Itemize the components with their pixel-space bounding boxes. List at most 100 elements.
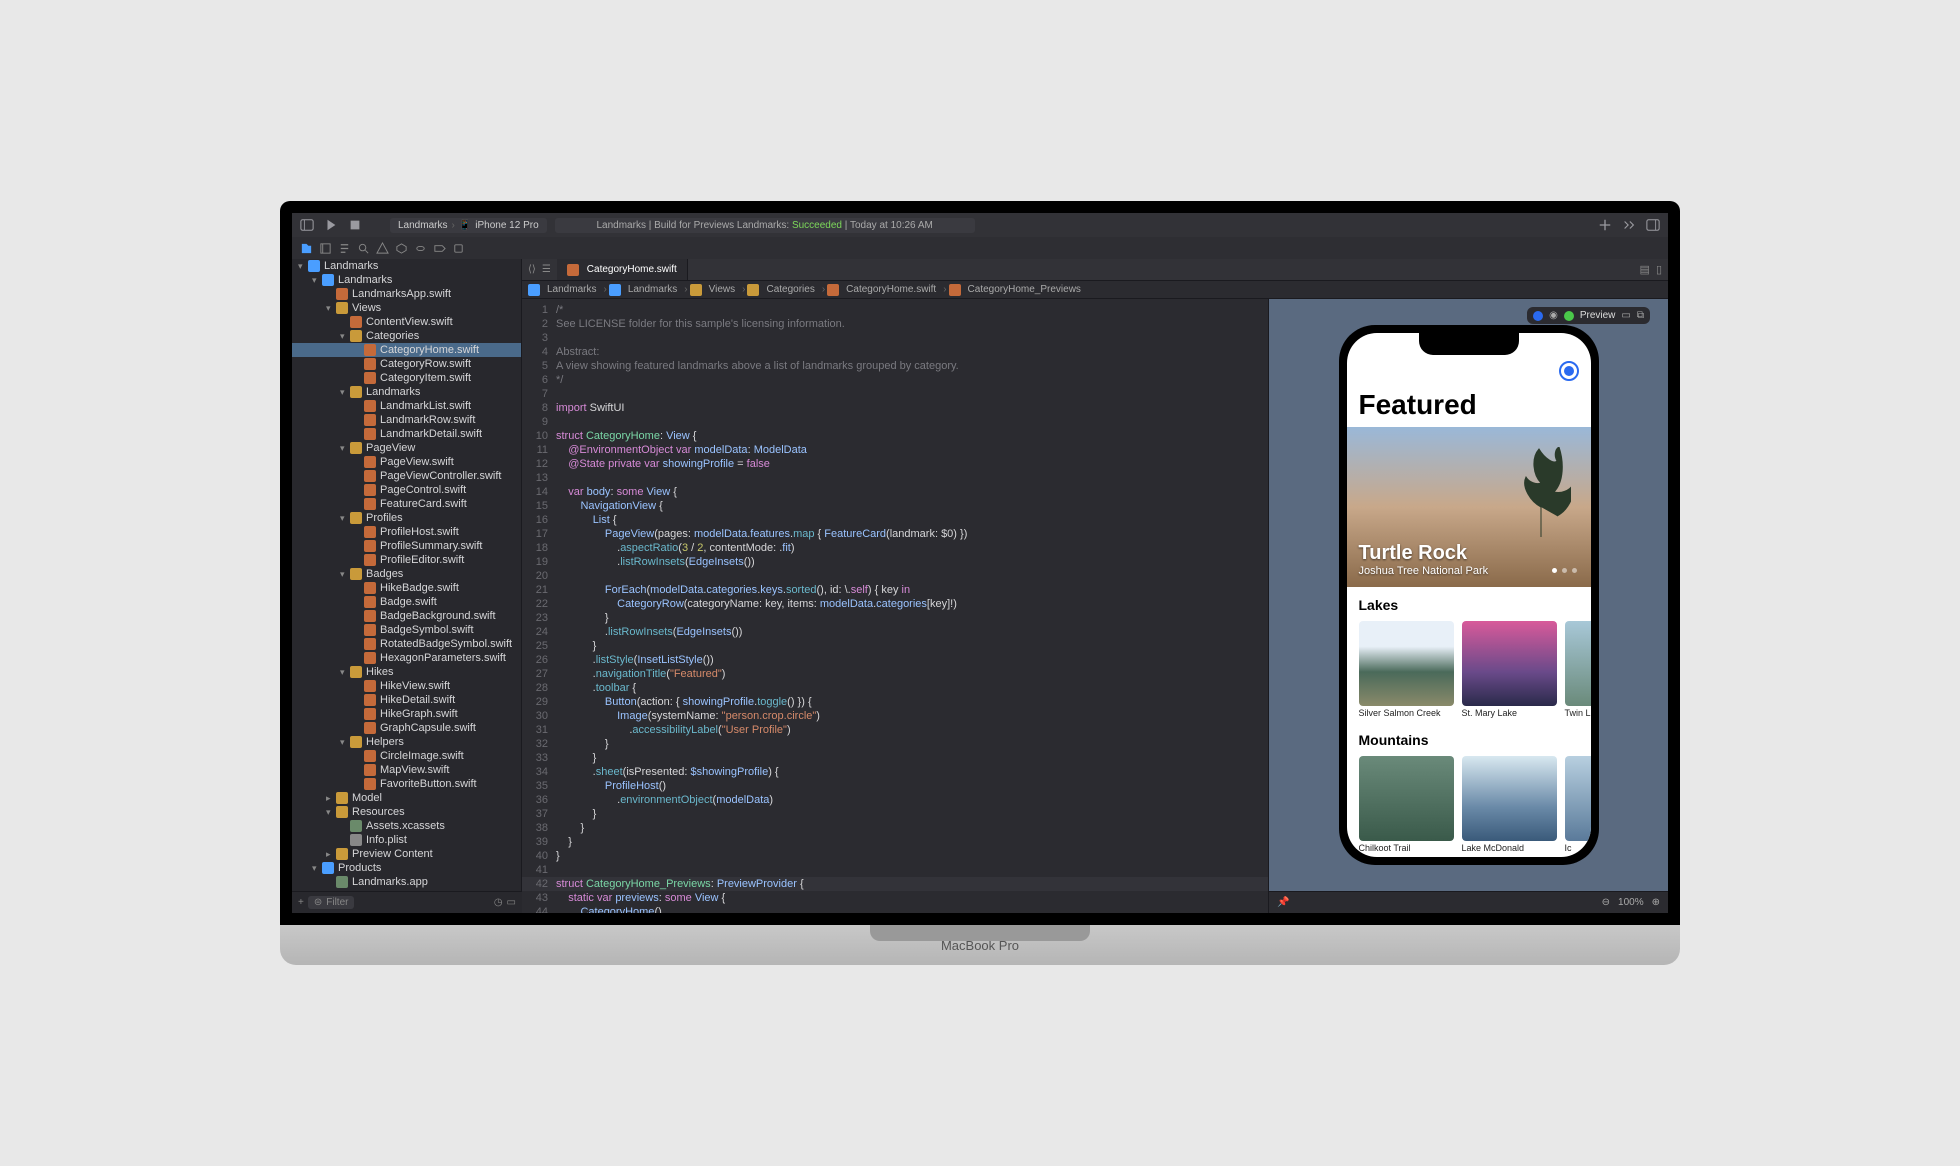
disclosure-triangle-icon[interactable]: ▾ xyxy=(340,443,350,454)
find-navigator-icon[interactable] xyxy=(357,242,370,255)
folder-products[interactable]: ▾Products xyxy=(292,861,521,875)
tab-categoryhome[interactable]: CategoryHome.swift xyxy=(557,259,688,280)
jump-bar[interactable]: LandmarksLandmarksViewsCategoriesCategor… xyxy=(522,281,1668,299)
breadcrumb[interactable]: CategoryHome.swift xyxy=(827,284,946,296)
file-landmarks[interactable]: ▾Landmarks xyxy=(292,259,521,273)
code-line[interactable]: 17 PageView(pages: modelData.features.ma… xyxy=(522,527,1268,541)
plus-icon[interactable] xyxy=(1598,218,1612,232)
code-line[interactable]: 31 .accessibilityLabel("User Profile") xyxy=(522,723,1268,737)
code-line[interactable]: 32 } xyxy=(522,737,1268,751)
file-badge-swift[interactable]: Badge.swift xyxy=(292,595,521,609)
disclosure-triangle-icon[interactable]: ▾ xyxy=(312,275,322,286)
category-scroll[interactable]: Silver Salmon CreekSt. Mary LakeTwin L xyxy=(1347,617,1591,722)
disclosure-triangle-icon[interactable]: ▾ xyxy=(340,513,350,524)
code-line[interactable]: 42struct CategoryHome_Previews: PreviewP… xyxy=(522,877,1268,891)
file-rotatedbadgesymbol-swift[interactable]: RotatedBadgeSymbol.swift xyxy=(292,637,521,651)
code-line[interactable]: 25 } xyxy=(522,639,1268,653)
code-line[interactable]: 41 xyxy=(522,863,1268,877)
code-line[interactable]: 13 xyxy=(522,471,1268,485)
file-categoryitem-swift[interactable]: CategoryItem.swift xyxy=(292,371,521,385)
code-line[interactable]: 37 } xyxy=(522,807,1268,821)
code-line[interactable]: 5A view showing featured landmarks above… xyxy=(522,359,1268,373)
file-badgebackground-swift[interactable]: BadgeBackground.swift xyxy=(292,609,521,623)
folder-pageview[interactable]: ▾PageView xyxy=(292,441,521,455)
file-landmarkrow-swift[interactable]: LandmarkRow.swift xyxy=(292,413,521,427)
feature-card[interactable]: Turtle Rock Joshua Tree National Park xyxy=(1347,427,1591,587)
file-featurecard-swift[interactable]: FeatureCard.swift xyxy=(292,497,521,511)
related-items-icon[interactable]: ☰ xyxy=(542,264,551,275)
scm-filter-icon[interactable]: ▭ xyxy=(507,897,516,908)
code-line[interactable]: 38 } xyxy=(522,821,1268,835)
folder-model[interactable]: ▸Model xyxy=(292,791,521,805)
pin-preview-icon[interactable]: ◉ xyxy=(1549,310,1558,321)
category-item[interactable]: Ic xyxy=(1565,756,1591,853)
code-line[interactable]: 16 List { xyxy=(522,513,1268,527)
category-item[interactable]: Silver Salmon Creek xyxy=(1359,621,1454,718)
file-circleimage-swift[interactable]: CircleImage.swift xyxy=(292,749,521,763)
file-pageview-swift[interactable]: PageView.swift xyxy=(292,455,521,469)
disclosure-triangle-icon[interactable]: ▾ xyxy=(340,737,350,748)
file-profilehost-swift[interactable]: ProfileHost.swift xyxy=(292,525,521,539)
file-profilesummary-swift[interactable]: ProfileSummary.swift xyxy=(292,539,521,553)
file-mapview-swift[interactable]: MapView.swift xyxy=(292,763,521,777)
folder-resources[interactable]: ▾Resources xyxy=(292,805,521,819)
code-line[interactable]: 35 ProfileHost() xyxy=(522,779,1268,793)
file-categoryrow-swift[interactable]: CategoryRow.swift xyxy=(292,357,521,371)
project-navigator-icon[interactable] xyxy=(300,242,313,255)
code-line[interactable]: 15 NavigationView { xyxy=(522,499,1268,513)
folder-preview-content[interactable]: ▸Preview Content xyxy=(292,847,521,861)
stop-icon[interactable] xyxy=(348,218,362,232)
add-icon[interactable]: + xyxy=(298,897,304,908)
folder-badges[interactable]: ▾Badges xyxy=(292,567,521,581)
file-landmarksapp-swift[interactable]: LandmarksApp.swift xyxy=(292,287,521,301)
file-contentview-swift[interactable]: ContentView.swift xyxy=(292,315,521,329)
code-line[interactable]: 11 @EnvironmentObject var modelData: Mod… xyxy=(522,443,1268,457)
issue-navigator-icon[interactable] xyxy=(376,242,389,255)
file-info-plist[interactable]: Info.plist xyxy=(292,833,521,847)
disclosure-triangle-icon[interactable]: ▾ xyxy=(326,807,336,818)
device-settings-icon[interactable]: ▭ xyxy=(1621,310,1630,321)
code-line[interactable]: 22 CategoryRow(categoryName: key, items:… xyxy=(522,597,1268,611)
file-landmarklist-swift[interactable]: LandmarkList.swift xyxy=(292,399,521,413)
test-navigator-icon[interactable] xyxy=(395,242,408,255)
project-navigator[interactable]: ▾Landmarks▾LandmarksLandmarksApp.swift▾V… xyxy=(292,259,522,891)
file-hikedetail-swift[interactable]: HikeDetail.swift xyxy=(292,693,521,707)
code-line[interactable]: 33 } xyxy=(522,751,1268,765)
source-control-navigator-icon[interactable] xyxy=(319,242,332,255)
disclosure-triangle-icon[interactable]: ▾ xyxy=(340,569,350,580)
code-line[interactable]: 34 .sheet(isPresented: $showingProfile) … xyxy=(522,765,1268,779)
preview-pin-icon[interactable]: 📌 xyxy=(1277,897,1289,908)
folder-helpers[interactable]: ▾Helpers xyxy=(292,735,521,749)
disclosure-triangle-icon[interactable]: ▾ xyxy=(298,261,308,272)
code-line[interactable]: 44 CategoryHome() xyxy=(522,905,1268,913)
recent-files-icon[interactable]: ◷ xyxy=(494,897,503,908)
code-line[interactable]: 6*/ xyxy=(522,373,1268,387)
profile-button[interactable] xyxy=(1559,361,1579,381)
zoom-in-icon[interactable]: ⊕ xyxy=(1652,897,1660,908)
code-line[interactable]: 39 } xyxy=(522,835,1268,849)
disclosure-triangle-icon[interactable]: ▸ xyxy=(326,849,336,860)
disclosure-triangle-icon[interactable]: ▸ xyxy=(326,793,336,804)
filter-placeholder[interactable]: Filter xyxy=(326,897,348,908)
file-badgesymbol-swift[interactable]: BadgeSymbol.swift xyxy=(292,623,521,637)
live-preview-icon[interactable] xyxy=(1533,311,1543,321)
debug-navigator-icon[interactable] xyxy=(414,242,427,255)
zoom-out-icon[interactable]: ⊖ xyxy=(1602,897,1610,908)
file-profileeditor-swift[interactable]: ProfileEditor.swift xyxy=(292,553,521,567)
run-icon[interactable] xyxy=(324,218,338,232)
back-icon[interactable]: ⟨⟩ xyxy=(528,264,536,275)
folder-views[interactable]: ▾Views xyxy=(292,301,521,315)
category-item[interactable]: St. Mary Lake xyxy=(1462,621,1557,718)
code-line[interactable]: 26 .listStyle(InsetListStyle()) xyxy=(522,653,1268,667)
code-line[interactable]: 21 ForEach(modelData.categories.keys.sor… xyxy=(522,583,1268,597)
scheme-selector[interactable]: Landmarks › 📱 iPhone 12 Pro xyxy=(390,218,547,233)
file-landmarks-app[interactable]: Landmarks.app xyxy=(292,875,521,889)
code-line[interactable]: 36 .environmentObject(modelData) xyxy=(522,793,1268,807)
disclosure-triangle-icon[interactable]: ▾ xyxy=(340,331,350,342)
file-categoryhome-swift[interactable]: CategoryHome.swift xyxy=(292,343,521,357)
breadcrumb[interactable]: Views xyxy=(690,284,746,296)
editor-options-icon[interactable]: ▤ xyxy=(1640,263,1650,276)
category-item[interactable]: Chilkoot Trail xyxy=(1359,756,1454,853)
breadcrumb[interactable]: Landmarks xyxy=(609,284,688,296)
file-favoritebutton-swift[interactable]: FavoriteButton.swift xyxy=(292,777,521,791)
